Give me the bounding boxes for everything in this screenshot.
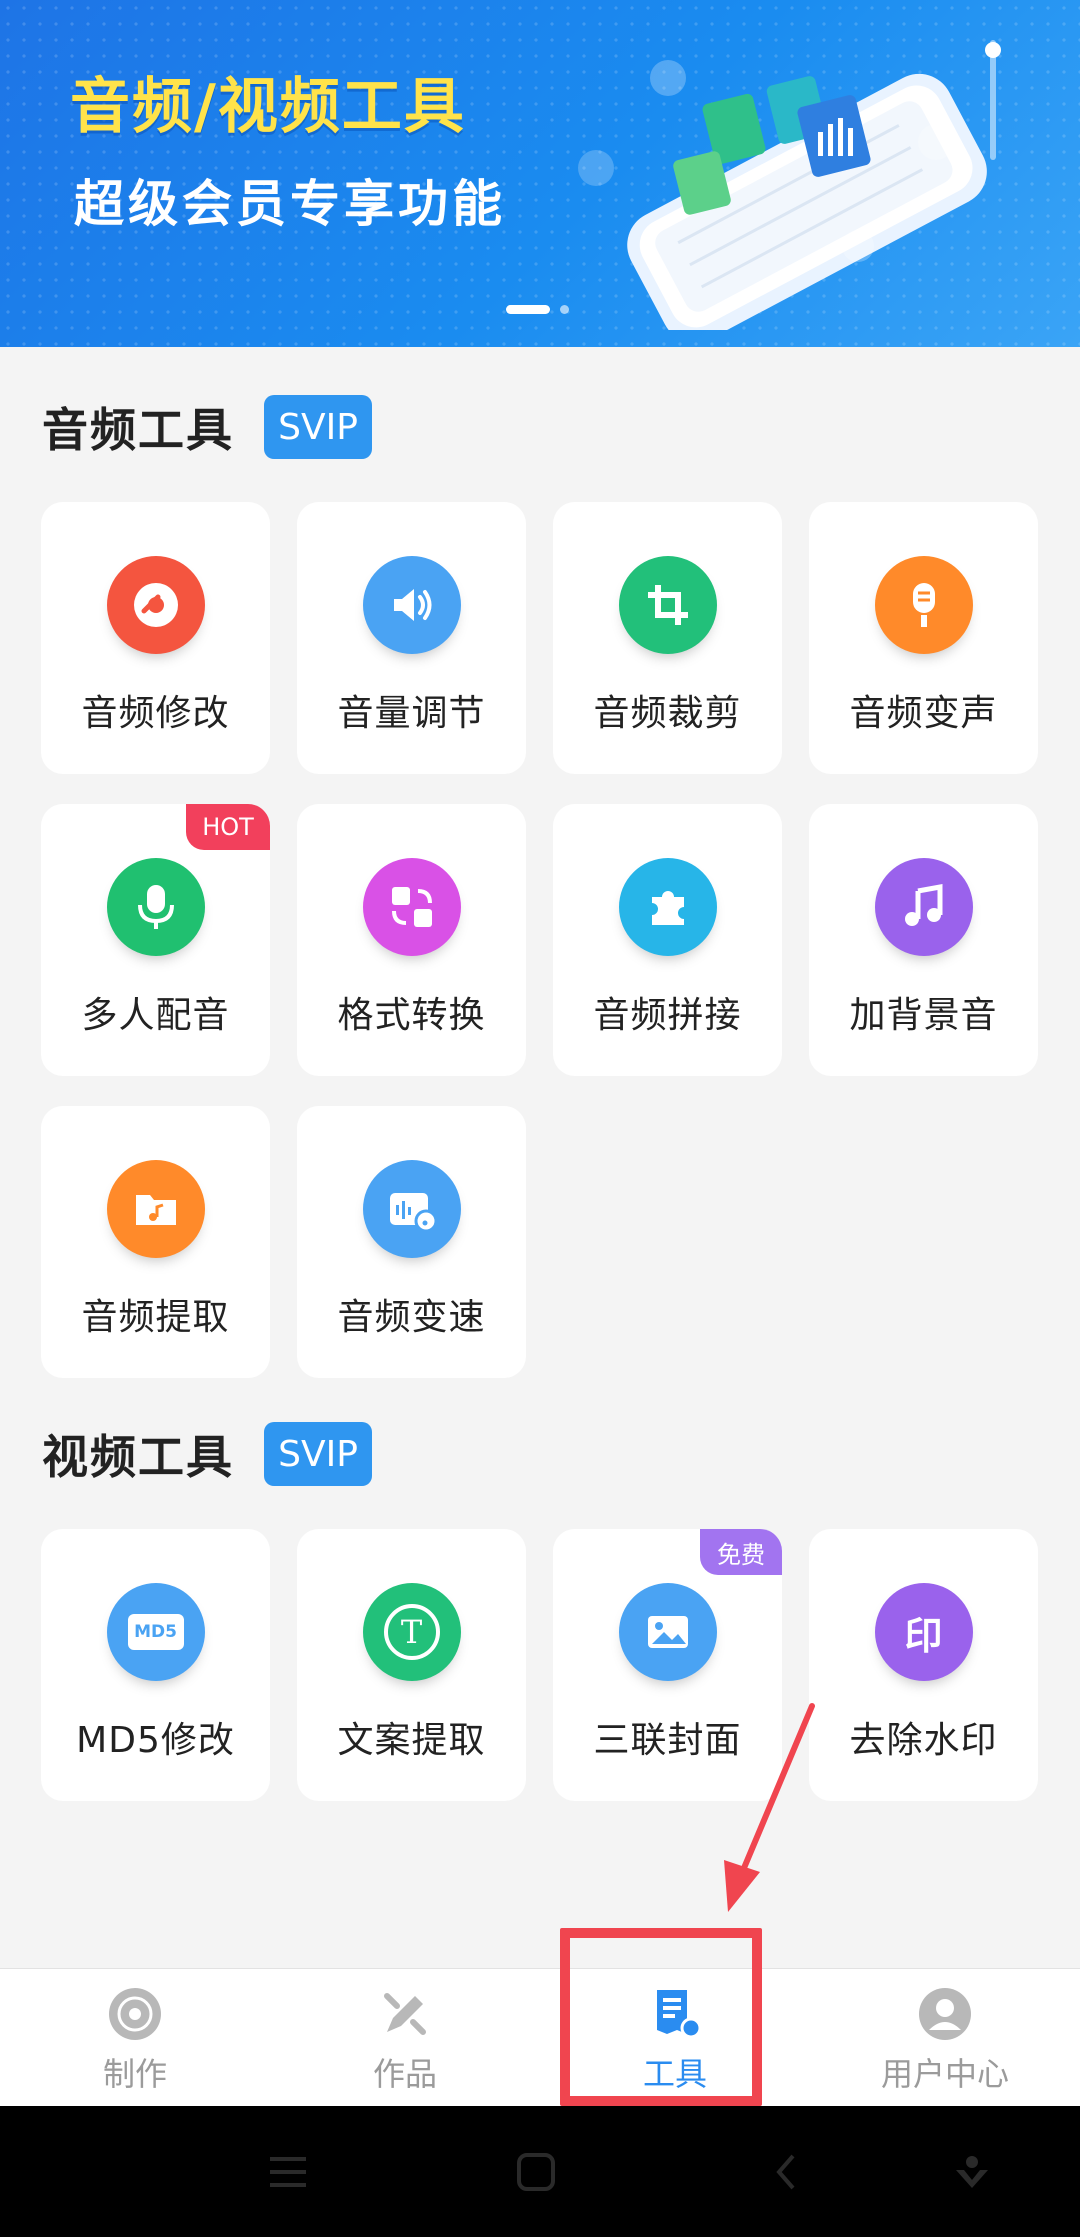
watermark-icon: 印: [874, 1583, 973, 1681]
carousel-dot: [560, 305, 569, 314]
tool-label: 音频拼接: [593, 995, 742, 1036]
promo-banner[interactable]: 音频/视频工具 超级会员专享功能: [0, 0, 1080, 347]
tool-md5-modify[interactable]: MD5 MD5修改: [41, 1529, 270, 1801]
puzzle-icon: [618, 858, 717, 956]
svip-badge: SVIP: [264, 1422, 372, 1486]
tool-label: 音量调节: [337, 693, 486, 734]
tool-audio-extract[interactable]: 音频提取: [41, 1106, 270, 1378]
banner-subtitle: 超级会员专享功能: [74, 175, 506, 233]
disc-icon: [106, 1985, 164, 2043]
tool-multi-dubbing[interactable]: HOT 多人配音: [41, 804, 270, 1076]
tool-audio-crop[interactable]: 音频裁剪: [553, 502, 782, 774]
tool-audio-speed[interactable]: 音频变速: [297, 1106, 526, 1378]
tool-audio-merge[interactable]: 音频拼接: [553, 804, 782, 1076]
text-t-icon: T: [362, 1583, 461, 1681]
tool-voice-change[interactable]: 音频变声: [809, 502, 1038, 774]
disc-edit-icon: [106, 556, 205, 654]
tool-volume-adjust[interactable]: 音量调节: [297, 502, 526, 774]
free-badge: 免费: [700, 1529, 782, 1575]
tool-label: 加背景音: [849, 995, 998, 1036]
tool-label: 去除水印: [849, 1720, 998, 1761]
audio-tools-grid: 音频修改 音量调节 音频裁剪 音频变声 HOT 多人配音 格式转换 音频拼接 加…: [41, 502, 1039, 1378]
hot-badge: HOT: [186, 804, 270, 850]
watermark-icon-glyph: 印: [904, 1613, 943, 1658]
folder-music-icon: [106, 1160, 205, 1258]
tool-remove-watermark[interactable]: 印 去除水印: [809, 1529, 1038, 1801]
convert-icon: [362, 858, 461, 956]
home-icon[interactable]: [506, 2142, 566, 2202]
tool-label: 音频修改: [81, 693, 230, 734]
tool-label: 音频裁剪: [593, 693, 742, 734]
tool-text-extract[interactable]: T 文案提取: [297, 1529, 526, 1801]
back-icon[interactable]: [756, 2142, 816, 2202]
video-tools-header: 视频工具 SVIP: [42, 1421, 372, 1487]
menu-icon[interactable]: [258, 2142, 318, 2202]
system-navigation-bar: [0, 2106, 1080, 2237]
tool-label: 音频变速: [337, 1297, 486, 1338]
nav-tab-user-center[interactable]: 用户中心: [810, 1969, 1080, 2107]
md5-icon: MD5: [106, 1583, 205, 1681]
speaker-icon: [362, 556, 461, 654]
audio-tools-title: 音频工具: [42, 403, 234, 457]
nav-label: 作品: [372, 2055, 437, 2093]
tool-label: 格式转换: [337, 995, 486, 1036]
banner-title: 音频/视频工具: [70, 72, 466, 142]
phone-illustration: [578, 40, 1001, 330]
video-tools-grid: MD5 MD5修改 T 文案提取 免费 三联封面 印 去除水印: [41, 1529, 1039, 1801]
mic-icon: [106, 858, 205, 956]
tool-format-convert[interactable]: 格式转换: [297, 804, 526, 1076]
carousel-dot-active: [506, 305, 550, 314]
user-icon: [916, 1985, 974, 2043]
audio-speed-icon: [362, 1160, 461, 1258]
text-t-glyph: T: [383, 1604, 440, 1660]
image-icon: [618, 1583, 717, 1681]
nav-label: 制作: [102, 2055, 167, 2093]
svip-badge: SVIP: [264, 395, 372, 459]
tool-label: 文案提取: [337, 1720, 486, 1761]
tool-label: 音频变声: [849, 693, 998, 734]
nav-tab-works[interactable]: 作品: [270, 1969, 540, 2107]
nav-tab-make[interactable]: 制作: [0, 1969, 270, 2107]
tool-label: 三联封面: [593, 1720, 742, 1761]
audio-tools-header: 音频工具 SVIP: [42, 394, 372, 460]
carousel-indicator: [506, 305, 569, 314]
assistant-icon[interactable]: [942, 2142, 1002, 2202]
md5-icon-text: MD5: [127, 1614, 184, 1650]
tool-label: MD5修改: [76, 1720, 235, 1761]
pen-tool-icon: [376, 1985, 434, 2043]
tool-audio-edit[interactable]: 音频修改: [41, 502, 270, 774]
tool-add-bgm[interactable]: 加背景音: [809, 804, 1038, 1076]
video-tools-title: 视频工具: [42, 1430, 234, 1484]
tool-label: 多人配音: [81, 995, 230, 1036]
nav-label: 用户中心: [880, 2055, 1009, 2093]
crop-icon: [618, 556, 717, 654]
highlight-box: [560, 1928, 762, 2106]
tool-triple-cover[interactable]: 免费 三联封面: [553, 1529, 782, 1801]
tool-label: 音频提取: [81, 1297, 230, 1338]
microphone-icon: [874, 556, 973, 654]
music-note-icon: [874, 858, 973, 956]
bottom-navigation: 制作 作品 工具 用户中心: [0, 1968, 1080, 2106]
